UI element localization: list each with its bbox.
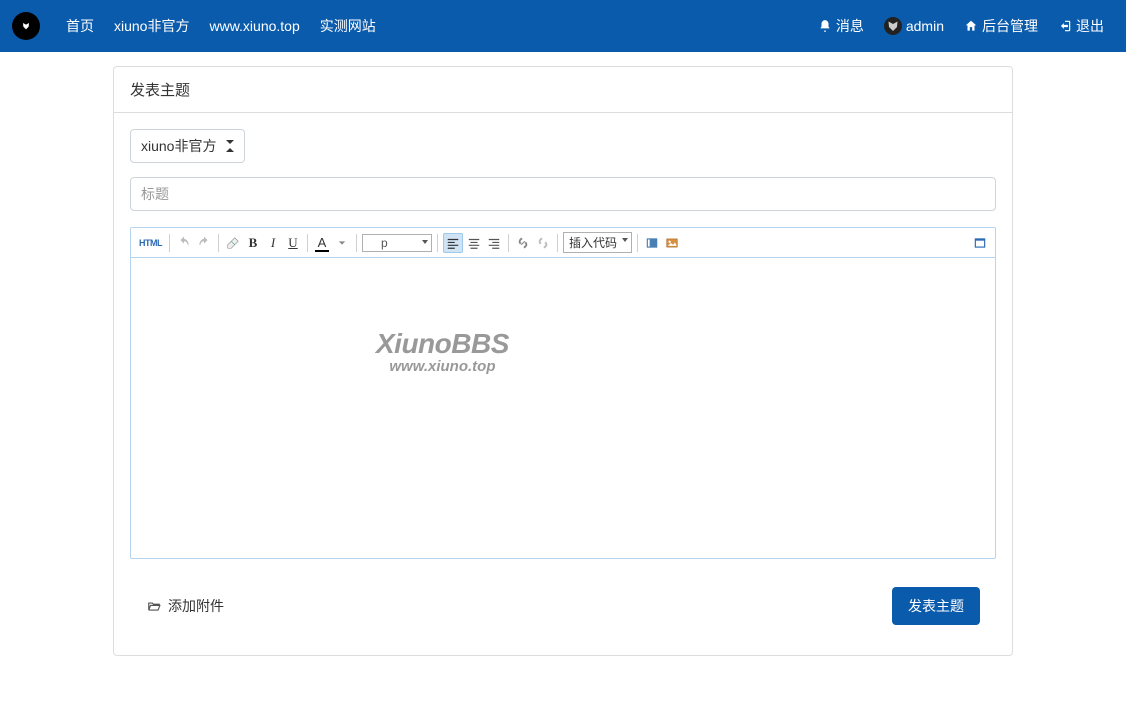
folder-open-icon xyxy=(146,599,162,613)
toolbar-insert-code[interactable]: 插入代码 xyxy=(563,232,632,253)
redo-icon xyxy=(197,236,211,250)
toolbar-unlink[interactable] xyxy=(534,233,552,253)
media-icon xyxy=(645,236,659,250)
toolbar-undo[interactable] xyxy=(175,233,193,253)
nav-home[interactable]: 首页 xyxy=(56,0,104,52)
align-left-icon xyxy=(446,236,460,250)
card-title: 发表主题 xyxy=(114,67,1012,113)
undo-icon xyxy=(177,236,191,250)
toolbar-image[interactable] xyxy=(663,233,681,253)
toolbar-media[interactable] xyxy=(643,233,661,253)
home-icon xyxy=(964,19,978,33)
navbar: 首页 xiuno非官方 www.xiuno.top 实测网站 消息 admin … xyxy=(0,0,1126,52)
align-center-icon xyxy=(467,236,481,250)
toolbar-fullscreen[interactable] xyxy=(971,233,989,253)
toolbar-html[interactable]: HTML xyxy=(137,233,164,253)
nav-link-xiuno[interactable]: xiuno非官方 xyxy=(104,0,199,52)
fullscreen-icon xyxy=(973,236,987,250)
toolbar-clear-format[interactable] xyxy=(224,233,242,253)
editor-content[interactable]: XiunoBBS www.xiuno.top xyxy=(131,258,995,558)
forum-select[interactable]: xiuno非官方 xyxy=(130,129,245,163)
logo[interactable] xyxy=(12,12,40,40)
submit-button[interactable]: 发表主题 xyxy=(892,587,980,625)
post-card: 发表主题 xiuno非官方 HTML xyxy=(113,66,1013,656)
card-footer: 添加附件 发表主题 xyxy=(130,573,996,639)
title-input[interactable] xyxy=(130,177,996,211)
toolbar-font-color[interactable]: A xyxy=(313,233,331,253)
avatar-icon xyxy=(884,17,902,35)
toolbar-underline[interactable]: U xyxy=(284,233,302,253)
toolbar-format-block[interactable]: p xyxy=(362,234,432,252)
unlink-icon xyxy=(536,236,550,250)
nav-user[interactable]: admin xyxy=(874,0,954,52)
editor: HTML B I U xyxy=(130,227,996,559)
nav-link-site[interactable]: www.xiuno.top xyxy=(199,0,309,52)
eraser-icon xyxy=(226,236,240,250)
toolbar-redo[interactable] xyxy=(195,233,213,253)
bell-icon xyxy=(818,19,832,33)
toolbar-bold[interactable]: B xyxy=(244,233,262,253)
link-icon xyxy=(516,236,530,250)
fox-icon xyxy=(22,18,30,34)
watermark: XiunoBBS www.xiuno.top xyxy=(376,328,509,375)
editor-toolbar: HTML B I U xyxy=(131,228,995,258)
nav-link-test[interactable]: 实测网站 xyxy=(310,0,386,52)
toolbar-align-left[interactable] xyxy=(443,233,463,253)
nav-admin[interactable]: 后台管理 xyxy=(954,0,1048,52)
toolbar-font-color-dropdown[interactable] xyxy=(333,233,351,253)
logout-icon xyxy=(1058,19,1072,33)
toolbar-italic[interactable]: I xyxy=(264,233,282,253)
add-attachment[interactable]: 添加附件 xyxy=(146,596,224,616)
toolbar-align-right[interactable] xyxy=(485,233,503,253)
nav-messages[interactable]: 消息 xyxy=(808,0,874,52)
nav-logout[interactable]: 退出 xyxy=(1048,0,1114,52)
align-right-icon xyxy=(487,236,501,250)
toolbar-link[interactable] xyxy=(514,233,532,253)
image-icon xyxy=(665,236,679,250)
chevron-down-icon xyxy=(338,239,346,247)
toolbar-align-center[interactable] xyxy=(465,233,483,253)
